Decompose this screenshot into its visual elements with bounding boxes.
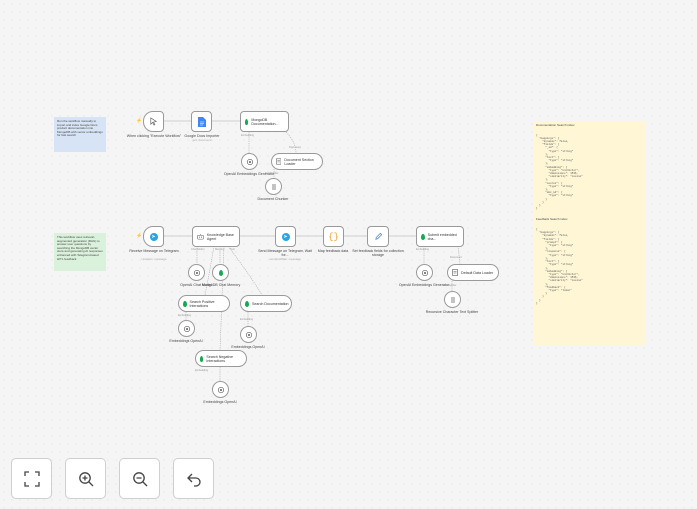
- node-embeddings-openai-1[interactable]: [178, 320, 195, 337]
- mongodb-leaf-icon: [245, 118, 249, 125]
- trigger-bolt-icon: ⚡: [136, 118, 143, 124]
- telegram-icon: ➤: [281, 232, 290, 241]
- node-title: Search Negative Interactions: [206, 354, 233, 363]
- node-mongodb-documentation[interactable]: MongoDB Documentation...: [240, 111, 289, 132]
- node-recursive-splitter-label: Recursive Character Text Splitter: [425, 310, 479, 314]
- splitter-icon: [272, 183, 275, 190]
- port-label-embedding: Embedding: [416, 248, 430, 251]
- node-document-section-loader[interactable]: Document Section Loader: [271, 153, 323, 170]
- sticky-note-rag[interactable]: This workflow uses retrieval-augmented g…: [54, 233, 106, 271]
- node-mongodb-chat-memory[interactable]: [212, 264, 229, 281]
- node-search-positive[interactable]: Search Positive Interactions: [178, 295, 230, 312]
- zoom-out-icon: [132, 471, 147, 486]
- feedback-index-title: Feedback Search index: [536, 217, 568, 222]
- node-telegram-trigger-sub: Updates: message: [141, 257, 167, 261]
- sticky-note-indexes[interactable]: Documentation Search index { "mappings":…: [533, 121, 645, 345]
- port-label-embedding: Embedding: [195, 369, 209, 372]
- openai-icon: [245, 331, 252, 338]
- node-title: Search Documentation: [252, 301, 289, 306]
- trigger-bolt-icon: ⚡: [136, 233, 143, 239]
- sticky-note-import[interactable]: Run the workflow manually to import and …: [54, 117, 106, 152]
- openai-icon: [246, 158, 253, 165]
- openai-icon: [193, 269, 200, 276]
- doc-index-title: Documentation Search index: [536, 123, 575, 127]
- node-title: Default Data Loader: [461, 270, 494, 275]
- node-openai-embeddings-2[interactable]: [416, 264, 433, 281]
- sticky-note-text: Run the workflow manually to import and …: [57, 119, 103, 138]
- node-document-chunker[interactable]: [265, 178, 282, 195]
- node-google-docs[interactable]: [191, 111, 212, 132]
- mongodb-leaf-icon: [245, 300, 249, 307]
- node-embeddings-openai-3-label: Embeddings OpenAI: [203, 400, 237, 404]
- mongodb-leaf-icon: [421, 233, 425, 240]
- mongodb-leaf-icon: [218, 269, 223, 276]
- port-label-embedding: Embedding: [178, 314, 192, 317]
- undo-button[interactable]: [173, 458, 214, 499]
- node-knowledge-base-agent[interactable]: Knowledge Base Agent: [192, 226, 240, 247]
- node-title: Document Section Loader: [284, 157, 314, 166]
- zoom-in-button[interactable]: [65, 458, 106, 499]
- node-embeddings-openai-1-label: Embeddings OpenAI: [169, 339, 203, 343]
- node-title: MongoDB Documentation...: [251, 117, 279, 126]
- node-title: Knowledge Base Agent: [206, 232, 234, 241]
- fit-view-button[interactable]: [11, 458, 52, 499]
- node-title: Search Positive Interactions: [189, 299, 215, 308]
- node-map-feedback[interactable]: {}: [323, 226, 344, 247]
- openai-icon: [183, 325, 190, 332]
- node-set-feedback[interactable]: [367, 226, 389, 247]
- node-manual-trigger[interactable]: [143, 111, 164, 132]
- node-document-chunker-label: Document Chunker: [257, 197, 289, 201]
- port-label-embedding: Embedding: [241, 134, 255, 137]
- node-send-telegram-sub: sendAndWait: message: [269, 257, 301, 261]
- robot-icon: [197, 233, 204, 240]
- port-label-text-splitter: Text Splitter: [443, 284, 457, 287]
- node-set-feedback-label: Set feedback fields for collection stora…: [352, 249, 404, 257]
- feedback-index-json: { "mappings": { "dynamic": false, "field…: [536, 228, 583, 305]
- document-icon: [276, 158, 282, 165]
- pencil-icon: [374, 232, 382, 240]
- node-recursive-splitter[interactable]: [444, 291, 461, 308]
- node-embeddings-openai-2[interactable]: [240, 326, 257, 343]
- fit-view-icon: [23, 470, 40, 487]
- node-embeddings-openai-2-label: Embeddings OpenAI: [231, 345, 265, 349]
- zoom-in-icon: [78, 471, 93, 486]
- node-submit-embedded[interactable]: Submit embedded cha...: [416, 226, 464, 247]
- google-docs-icon: [197, 116, 206, 127]
- port-label-document: Document: [450, 256, 462, 259]
- node-search-negative[interactable]: Search Negative Interactions: [195, 350, 247, 367]
- zoom-out-button[interactable]: [119, 458, 160, 499]
- workflow-canvas[interactable]: Run the workflow manually to import and …: [0, 0, 697, 509]
- port-label-tool: Tool: [230, 248, 235, 251]
- telegram-icon: ➤: [149, 232, 158, 241]
- node-mongodb-chat-memory-label: MongoDB Chat Memory: [201, 283, 241, 287]
- cursor-click-icon: [150, 117, 158, 126]
- openai-icon: [421, 269, 428, 276]
- port-label-document: Document: [289, 146, 301, 149]
- document-icon: [452, 269, 458, 276]
- node-telegram-trigger[interactable]: ➤: [143, 226, 164, 247]
- doc-index-json: { "mappings": { "dynamic": false, "field…: [536, 133, 583, 211]
- node-telegram-trigger-label: Receive Message on Telegram: [129, 249, 179, 253]
- port-label-embedding: Embedding: [240, 318, 254, 321]
- port-label-text-splitter: Text Splitter: [265, 172, 279, 175]
- node-title: Submit embedded cha...: [427, 232, 457, 241]
- splitter-icon: [451, 296, 454, 303]
- mongodb-leaf-icon: [183, 300, 187, 307]
- node-embeddings-openai-3[interactable]: [212, 381, 229, 398]
- sticky-note-text: This workflow uses retrieval-augmented g…: [57, 235, 103, 261]
- node-send-telegram[interactable]: ➤: [275, 226, 296, 247]
- openai-icon: [217, 386, 224, 393]
- code-braces-icon: {}: [328, 231, 339, 242]
- node-openai-embeddings-1[interactable]: [241, 153, 258, 170]
- node-default-data-loader[interactable]: Default Data Loader: [447, 264, 499, 281]
- port-label-memory: Memory: [215, 248, 225, 251]
- mongodb-leaf-icon: [200, 355, 204, 362]
- node-openai-chat-model[interactable]: [188, 264, 205, 281]
- node-google-docs-sub: get: document: [192, 138, 212, 142]
- undo-icon: [186, 473, 201, 487]
- node-search-documentation[interactable]: Search Documentation: [240, 295, 292, 312]
- port-label-chat-model: Chat Model: [191, 248, 205, 251]
